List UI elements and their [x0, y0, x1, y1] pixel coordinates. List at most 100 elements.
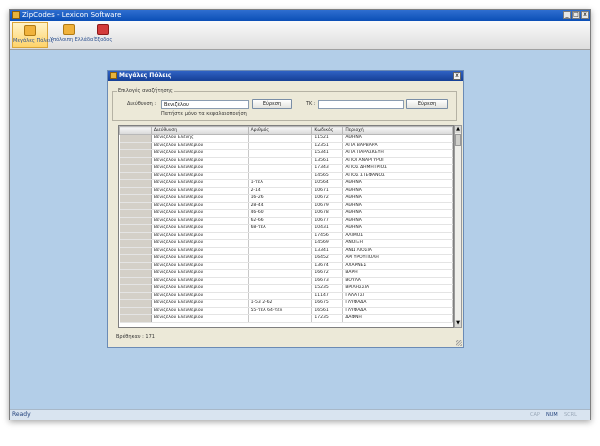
row-selector[interactable]	[119, 202, 152, 210]
scroll-up-icon[interactable]: ▲	[455, 126, 461, 133]
status-bar: Ready CAP NUM SCRL	[10, 409, 590, 420]
table-row[interactable]: Βενιζέλου Ελευθερίου 16673 ΒΟΥΛΑ	[119, 277, 453, 285]
table-row[interactable]: Βενιζέλου Ελευθερίου 16-26 10672 ΑΘΗΝΑ	[119, 194, 453, 203]
rest-of-greece-button[interactable]: Υπόλοιπη Ελλάδα	[50, 22, 93, 48]
table-row[interactable]: Βενιζέλου Ελευθερίου 1-53 2-62 16675 ΓΛΥΦΑΔ…	[119, 299, 453, 308]
row-selector[interactable]	[119, 149, 152, 158]
code-cell: 10564	[311, 179, 344, 188]
row-selector[interactable]	[119, 217, 152, 225]
address-cell: Βενιζέλου Ελευθερίου	[151, 172, 249, 180]
code-cell: 14569	[311, 239, 344, 248]
row-selector[interactable]	[119, 179, 152, 188]
dialog-close-button[interactable]: x	[453, 72, 461, 80]
exit-button[interactable]: Έξοδος	[90, 22, 116, 48]
row-selector[interactable]	[119, 262, 152, 270]
table-row[interactable]: Βενιζέλου Ελευθερίου 15341 ΑΓΙΑ ΠΑΡΑΣΚΕΥΗ	[119, 149, 453, 158]
address-cell: Βενιζέλου Ελευθερίου	[151, 224, 249, 233]
table-row[interactable]: Βενιζέλου Ελευθερίου 17235 ΔΑΦΝΗ	[119, 314, 453, 323]
table-row[interactable]: Βενιζέλου Ελευθερίου 14569 ΑΝΟΙΞΗ	[119, 239, 453, 248]
maximize-button[interactable]: □	[572, 11, 580, 19]
dialog-title-bar[interactable]: Μεγάλες Πόλεις x	[108, 71, 463, 81]
table-row[interactable]: Βενιζέλου Ελευθερίου 13341 ΑΝΩ ΛΙΟΣΙΑ	[119, 247, 453, 255]
tk-input[interactable]	[318, 100, 404, 109]
table-row[interactable]: Βενιζέλου Ελευθερίου 46-60 10678 ΑΘΗΝΑ	[119, 209, 453, 218]
number-cell	[248, 254, 313, 263]
row-selector[interactable]	[119, 194, 152, 203]
grid-vertical-scrollbar[interactable]: ▲ ▼	[454, 125, 462, 328]
number-cell	[248, 232, 313, 240]
table-row[interactable]: Βενιζέλου Ελευθερίου 15235 ΒΡΙΛΗΣΣΙΑ	[119, 284, 453, 293]
row-selector[interactable]	[119, 307, 152, 315]
row-selector[interactable]	[119, 224, 152, 233]
column-header-code[interactable]: Κωδικός	[311, 126, 344, 135]
tk-label: ΤΚ :	[306, 101, 316, 107]
table-row[interactable]: Βενιζέλου Ελευθερίου 62-66 10677 ΑΘΗΝΑ	[119, 217, 453, 225]
address-search-button[interactable]: Εύρεση	[252, 99, 292, 109]
table-row[interactable]: Βενιζέλου Ελευθερίου 2-14 10671 ΑΘΗΝΑ	[119, 187, 453, 195]
code-cell: 11147	[311, 292, 344, 300]
table-row[interactable]: Βενιζέλου Ελευθερίου 17343 ΑΓΙΟΣ ΔΗΜΗΤΡΙΟΣ	[119, 164, 453, 173]
tk-search-button[interactable]: Εύρεση	[406, 99, 448, 109]
column-header-address[interactable]: Διεύθυνση	[150, 126, 249, 135]
number-cell: 68-τέλ	[248, 224, 313, 233]
row-selector[interactable]	[119, 277, 152, 285]
area-cell: ΑΡΓΥΡΟΥΠΟΛΗ	[342, 254, 453, 263]
area-cell: ΑΓΙΑ ΠΑΡΑΣΚΕΥΗ	[342, 149, 453, 158]
minimize-button[interactable]: _	[563, 11, 571, 19]
address-input[interactable]	[161, 100, 249, 109]
table-row[interactable]: Βενιζέλου Ελευθερίου 16452 ΑΡΓΥΡΟΥΠΟΛΗ	[119, 254, 453, 263]
table-header-row: Διεύθυνση Αριθμός Κωδικός Περιοχή	[119, 126, 453, 135]
resize-grip-icon[interactable]	[456, 340, 462, 346]
table-row[interactable]: Βενιζέλου Ελευθερίου 17456 ΑΛΙΜΟΣ	[119, 232, 453, 240]
number-cell	[248, 142, 313, 150]
column-header-number[interactable]: Αριθμός	[247, 126, 313, 135]
row-selector[interactable]	[119, 284, 152, 293]
code-cell: 17235	[311, 314, 344, 323]
table-row[interactable]: Βενιζέλου Ελευθερίου 14565 ΑΓΙΟΣ ΣΤΕΦΑΝΟΣ	[119, 172, 453, 180]
num-indicator: NUM	[546, 412, 558, 418]
code-cell: 13674	[311, 262, 344, 270]
column-header-selector[interactable]	[119, 126, 152, 135]
row-selector[interactable]	[119, 209, 152, 218]
close-button[interactable]: x	[581, 11, 589, 19]
row-selector[interactable]	[119, 239, 152, 248]
scroll-down-icon[interactable]: ▼	[455, 320, 461, 327]
table-row[interactable]: Βενιζέλου Ελευθερίου 1-τέλ 10564 ΑΘΗΝΑ	[119, 179, 453, 188]
area-cell: ΒΑΡΗ	[342, 269, 453, 278]
row-selector[interactable]	[119, 314, 152, 323]
table-row[interactable]: Βενιζέλου Ελευθερίου 12351 ΑΓΙΑ ΒΑΡΒΑΡΑ	[119, 142, 453, 150]
code-cell: 10431	[311, 224, 344, 233]
row-selector[interactable]	[119, 164, 152, 173]
row-selector[interactable]	[119, 142, 152, 150]
row-selector[interactable]	[119, 187, 152, 195]
table-row[interactable]: Βενιζέλου Ελευθερίου 13561 ΑΓΙΟΙ ΑΝΑΡΓΥΡΟΙ	[119, 157, 453, 165]
table-row[interactable]: Βενιζέλου Ελευθερίου 11147 ΓΑΛΑΤΣΙ	[119, 292, 453, 300]
scroll-thumb[interactable]	[455, 134, 461, 146]
table-row[interactable]: Βενιζέλου Ελευθερίου 68-τέλ 10431 ΑΘΗΝΑ	[119, 224, 453, 233]
title-bar[interactable]: ZipCodes - Lexicon Software _ □ x	[10, 10, 590, 21]
table-row[interactable]: Βενιζέλου Ελευθερίου 28-44 10679 ΑΘΗΝΑ	[119, 202, 453, 210]
number-cell	[248, 269, 313, 278]
number-cell: 62-66	[248, 217, 313, 225]
address-cell: Βενιζέλου Ελευθερίου	[151, 314, 249, 323]
row-selector[interactable]	[119, 254, 152, 263]
table-row[interactable]: Βενιζέλου Ελευθερίου 13674 ΑΧΑΡΝΕΣ	[119, 262, 453, 270]
big-cities-button[interactable]: Μεγάλες Πόλεις	[12, 22, 54, 48]
column-header-area[interactable]: Περιοχή	[342, 126, 453, 135]
row-selector[interactable]	[119, 269, 152, 278]
code-cell: 16452	[311, 254, 344, 263]
row-selector[interactable]	[119, 247, 152, 255]
row-selector[interactable]	[119, 232, 152, 240]
number-cell: 16-26	[248, 194, 313, 203]
row-selector[interactable]	[119, 172, 152, 180]
row-selector[interactable]	[119, 134, 152, 143]
table-row[interactable]: Βενιζέλου Ελευθερίου 55-τέλ 64-τέλ 16561 ΓΛ…	[119, 307, 453, 315]
row-selector[interactable]	[119, 292, 152, 300]
table-row[interactable]: Βενιζέλου Ελένης 11521 ΑΘΗΝΑ	[119, 134, 453, 143]
code-cell: 10679	[311, 202, 344, 210]
row-selector[interactable]	[119, 299, 152, 308]
number-cell: 2-14	[248, 187, 313, 195]
code-cell: 17343	[311, 164, 344, 173]
row-selector[interactable]	[119, 157, 152, 165]
table-row[interactable]: Βενιζέλου Ελευθερίου 16672 ΒΑΡΗ	[119, 269, 453, 278]
